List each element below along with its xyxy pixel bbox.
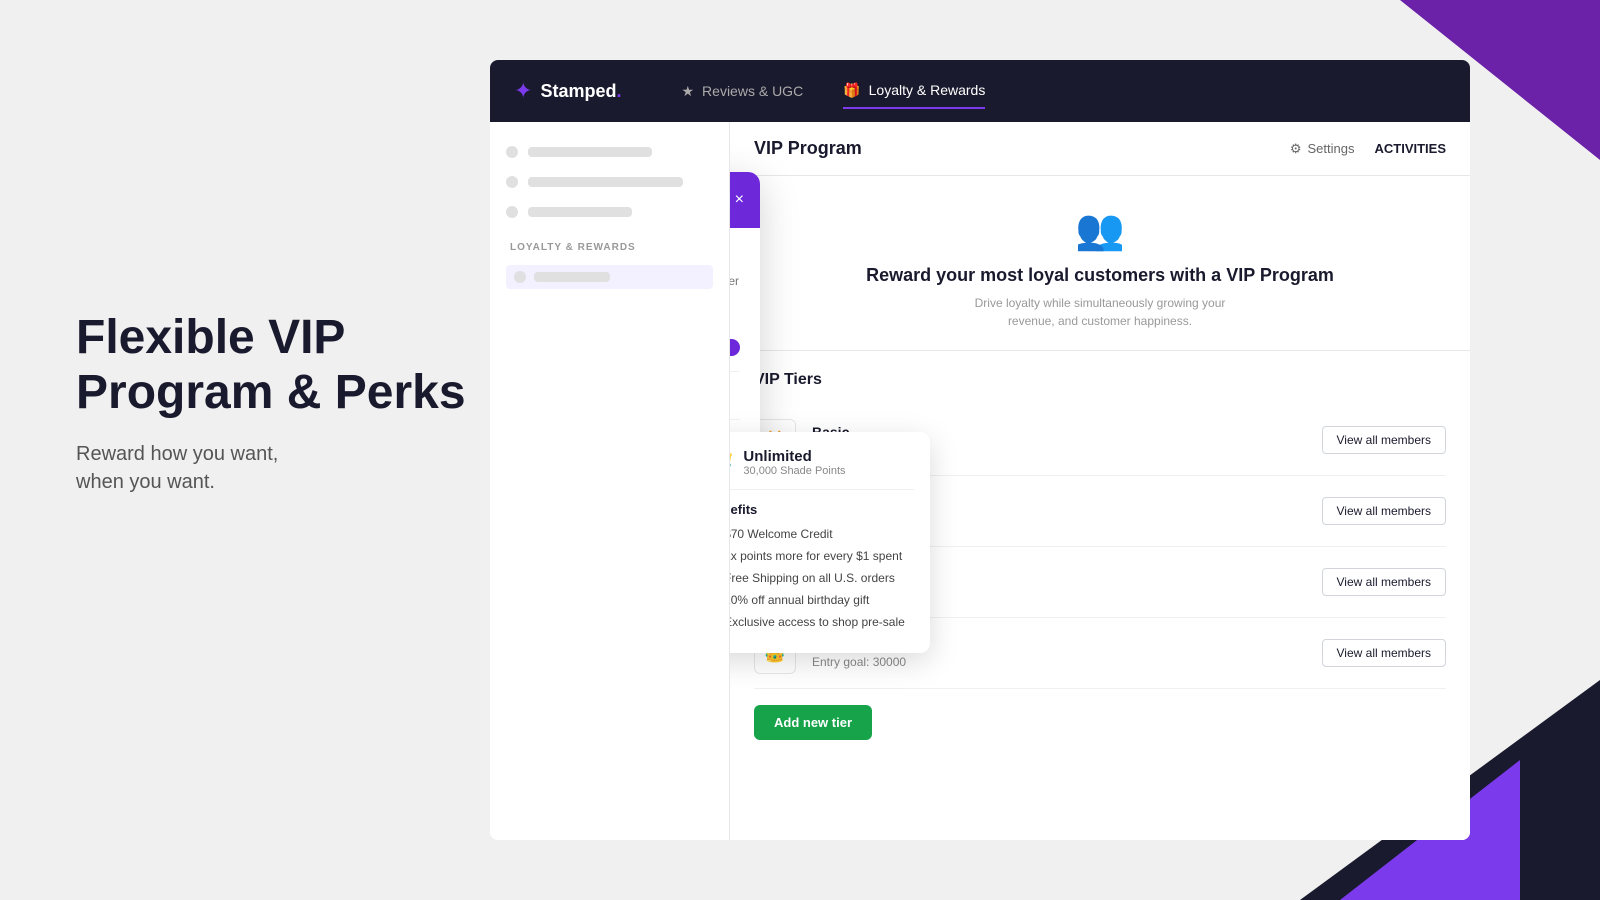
- logo-text: Stamped.: [540, 81, 621, 102]
- activities-button[interactable]: ACTIVITIES: [1374, 141, 1446, 156]
- tooltip-tier-info: Unlimited 30,000 Shade Points: [743, 448, 845, 477]
- tooltip-benefit-1: ✓ $70 Welcome Credit: [730, 527, 914, 541]
- sidebar-section-label: LOYALTY & REWARDS: [506, 242, 713, 253]
- tooltip-tier-points: 30,000 Shade Points: [743, 465, 845, 477]
- hero-section: Flexible VIP Program & Perks Reward how …: [76, 310, 466, 496]
- view-members-button-unlimited[interactable]: View all members: [1322, 639, 1446, 667]
- skeleton-circle: [506, 146, 518, 158]
- tooltip-tier-name: Unlimited: [743, 448, 845, 465]
- unlimited-tooltip: 👑 Unlimited 30,000 Shade Points Benefits…: [730, 432, 930, 653]
- view-members-button-enterprise[interactable]: View all members: [1322, 568, 1446, 596]
- skeleton-row-2: [506, 176, 713, 188]
- skeleton-bar: [528, 207, 632, 217]
- gift-icon: 🎁: [843, 82, 860, 99]
- widget-tier-premium: 🏅 Premium 1000 Shade Points: [730, 372, 740, 420]
- content-area: VIP Program ⚙ Settings ACTIVITIES 👥 Rewa…: [730, 122, 1470, 840]
- widget-tier-basic: 👑 Basic 0 Shade Points Current: [730, 324, 740, 372]
- skeleton-circle: [506, 206, 518, 218]
- main-ui: ✦ Stamped. ★ Reviews & UGC 🎁 Loyalty & R…: [490, 60, 1470, 840]
- skeleton-circle: [506, 176, 518, 188]
- hero-title: Flexible VIP Program & Perks: [76, 310, 466, 420]
- tooltip-benefit-2: ✓ 2x points more for every $1 spent: [730, 549, 914, 563]
- skeleton-row-1: [506, 146, 713, 158]
- widget-header: // Hi there ! 50 Shade Points ×: [730, 172, 760, 228]
- add-tier-button[interactable]: Add new tier: [754, 705, 872, 740]
- view-members-button-basic[interactable]: View all members: [1322, 426, 1446, 454]
- menu-dot: [514, 271, 526, 283]
- nav-items: ★ Reviews & UGC 🎁 Loyalty & Rewards: [681, 74, 985, 109]
- vip-panel-title: VIP Program: [754, 138, 1270, 159]
- vip-intro-heading: Reward your most loyal customers with a …: [770, 265, 1430, 286]
- tooltip-benefit-4: ✓ 20% off annual birthday gift: [730, 593, 914, 607]
- main-content-area: LOYALTY & REWARDS VIP Program ⚙ Settings: [490, 122, 1470, 840]
- star-icon: ★: [681, 83, 694, 100]
- widget-vip-title: VIP Program: [730, 248, 740, 266]
- current-badge: Current: [730, 339, 740, 356]
- skeleton-row-3: [506, 206, 713, 218]
- skeleton-bar: [528, 177, 683, 187]
- skeleton-bar: [528, 147, 652, 157]
- widget-close-icon[interactable]: ×: [735, 191, 744, 209]
- nav-item-reviews[interactable]: ★ Reviews & UGC: [681, 75, 803, 108]
- vip-intro: 👥 Reward your most loyal customers with …: [730, 176, 1470, 351]
- hero-subtitle: Reward how you want, when you want.: [76, 440, 466, 496]
- sidebar-menu-item[interactable]: [506, 265, 713, 289]
- tooltip-benefit-5: ✓ Exclusive access to shop pre-sale: [730, 615, 914, 629]
- content-wrapper: VIP Program ⚙ Settings ACTIVITIES 👥 Rewa…: [730, 122, 1470, 840]
- tooltip-benefits-title: Benefits: [730, 502, 914, 517]
- tier-goal-unlimited: Entry goal: 30000: [812, 655, 1306, 669]
- vip-tiers-title: VIP Tiers: [754, 371, 1446, 389]
- vip-panel-header: VIP Program ⚙ Settings ACTIVITIES: [730, 122, 1470, 176]
- widget-vip-desc: Your all access pass to exclusive reward…: [730, 272, 740, 308]
- tooltip-header: 👑 Unlimited 30,000 Shade Points: [730, 448, 914, 490]
- tooltip-benefit-3: ✓ Free Shipping on all U.S. orders: [730, 571, 914, 585]
- vip-intro-icon: 👥: [770, 206, 1430, 253]
- view-members-button-premium[interactable]: View all members: [1322, 497, 1446, 525]
- tooltip-tier-icon: 👑: [730, 450, 733, 476]
- sidebar-skeleton: [506, 146, 713, 218]
- sidebar: LOYALTY & REWARDS: [490, 122, 730, 840]
- nav-bar: ✦ Stamped. ★ Reviews & UGC 🎁 Loyalty & R…: [490, 60, 1470, 122]
- vip-intro-desc: Drive loyalty while simultaneously growi…: [770, 294, 1430, 330]
- gear-icon: ⚙: [1290, 141, 1302, 157]
- widget-tier-info-premium: Premium 1000 Shade Points: [730, 382, 740, 409]
- menu-bar: [534, 272, 610, 282]
- nav-logo: ✦ Stamped.: [514, 78, 621, 104]
- nav-item-loyalty[interactable]: 🎁 Loyalty & Rewards: [843, 74, 985, 109]
- settings-button[interactable]: ⚙ Settings: [1290, 141, 1355, 157]
- logo-icon: ✦: [514, 78, 532, 104]
